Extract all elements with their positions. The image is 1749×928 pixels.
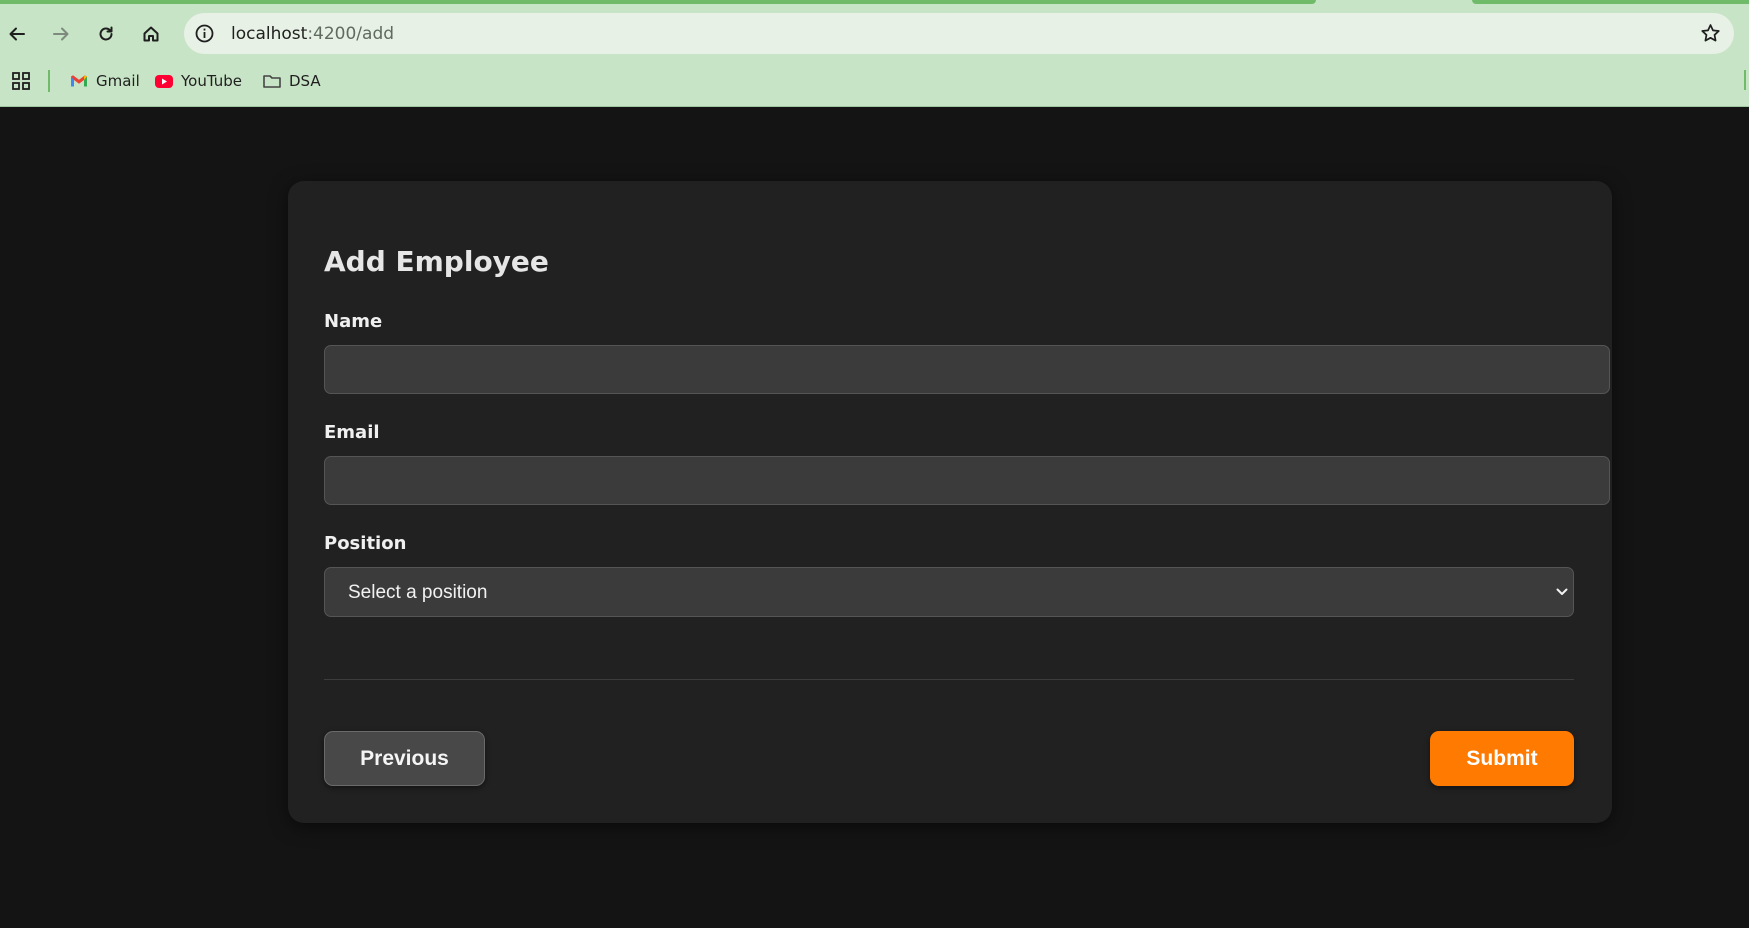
- page-title: Add Employee: [324, 245, 549, 278]
- email-input[interactable]: [324, 456, 1610, 505]
- position-selected-value: Select a position: [348, 582, 488, 603]
- home-button[interactable]: [136, 19, 166, 49]
- bookmarks-divider: [48, 70, 50, 92]
- bookmark-star-icon[interactable]: [1699, 22, 1722, 45]
- name-label: Name: [324, 311, 383, 332]
- bookmark-youtube[interactable]: YouTube: [154, 69, 242, 93]
- bookmarks-bar: Gmail YouTube DSA: [0, 66, 1749, 96]
- previous-button[interactable]: Previous: [324, 731, 485, 786]
- browser-chrome: localhost:4200/add Gmail YouTube DSA: [0, 0, 1749, 107]
- position-select[interactable]: Select a position: [324, 567, 1574, 617]
- arrow-left-icon: [9, 27, 25, 41]
- position-label: Position: [324, 533, 407, 554]
- bookmarks-overflow-mark: [1744, 70, 1746, 90]
- reload-button[interactable]: [91, 19, 121, 49]
- tab-strip: [0, 0, 1749, 4]
- name-input[interactable]: [324, 345, 1610, 394]
- folder-icon: [263, 75, 281, 88]
- bookmark-label: DSA: [289, 72, 321, 90]
- forward-button[interactable]: [46, 19, 76, 49]
- address-bar[interactable]: localhost:4200/add: [184, 13, 1734, 54]
- url-host: localhost: [231, 24, 308, 44]
- tab-other[interactable]: [1472, 0, 1749, 4]
- email-label: Email: [324, 422, 380, 443]
- bookmark-label: Gmail: [96, 72, 140, 90]
- youtube-icon: [155, 75, 173, 88]
- bookmark-label: YouTube: [181, 72, 242, 90]
- bookmark-dsa[interactable]: DSA: [262, 69, 321, 93]
- home-icon: [143, 26, 159, 42]
- url-text[interactable]: localhost:4200/add: [231, 24, 394, 44]
- tab-active[interactable]: [0, 0, 1316, 4]
- chevron-down-icon: [1556, 588, 1568, 595]
- arrow-right-icon: [53, 27, 69, 41]
- back-button[interactable]: [2, 19, 32, 49]
- reload-icon: [99, 26, 113, 41]
- url-path: :4200/add: [307, 24, 395, 44]
- bookmark-gmail[interactable]: Gmail: [69, 69, 140, 93]
- submit-button[interactable]: Submit: [1430, 731, 1574, 786]
- form-divider: [324, 679, 1574, 680]
- apps-grid-icon[interactable]: [11, 71, 31, 91]
- add-employee-card: Add Employee Name Email Position Select …: [288, 181, 1612, 823]
- gmail-icon: [71, 75, 87, 87]
- site-info-icon[interactable]: [194, 23, 215, 44]
